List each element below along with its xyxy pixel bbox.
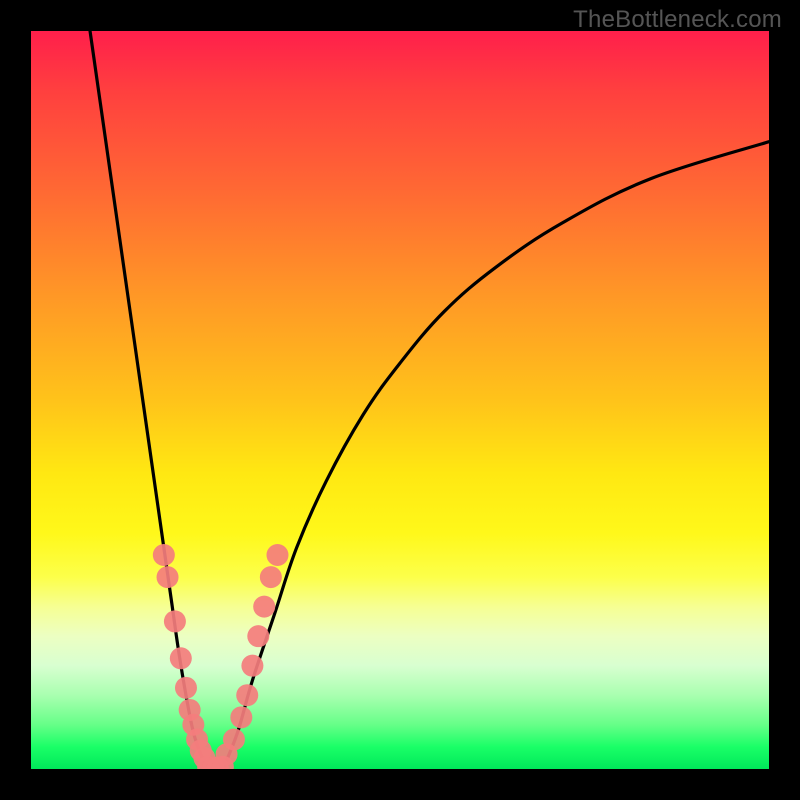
data-marker	[236, 684, 258, 706]
marker-layer	[153, 544, 289, 769]
data-marker	[230, 706, 252, 728]
data-marker	[164, 610, 186, 632]
chart-frame: TheBottleneck.com	[0, 0, 800, 800]
chart-svg	[31, 31, 769, 769]
watermark-text: TheBottleneck.com	[573, 6, 782, 34]
data-marker	[266, 544, 288, 566]
curve-right-branch	[223, 142, 769, 769]
data-marker	[157, 566, 179, 588]
data-marker	[153, 544, 175, 566]
data-marker	[223, 728, 245, 750]
data-marker	[260, 566, 282, 588]
data-marker	[247, 625, 269, 647]
data-marker	[241, 655, 263, 677]
data-marker	[170, 647, 192, 669]
data-marker	[175, 677, 197, 699]
data-marker	[253, 596, 275, 618]
plot-area	[31, 31, 769, 769]
curve-layer	[90, 31, 769, 769]
